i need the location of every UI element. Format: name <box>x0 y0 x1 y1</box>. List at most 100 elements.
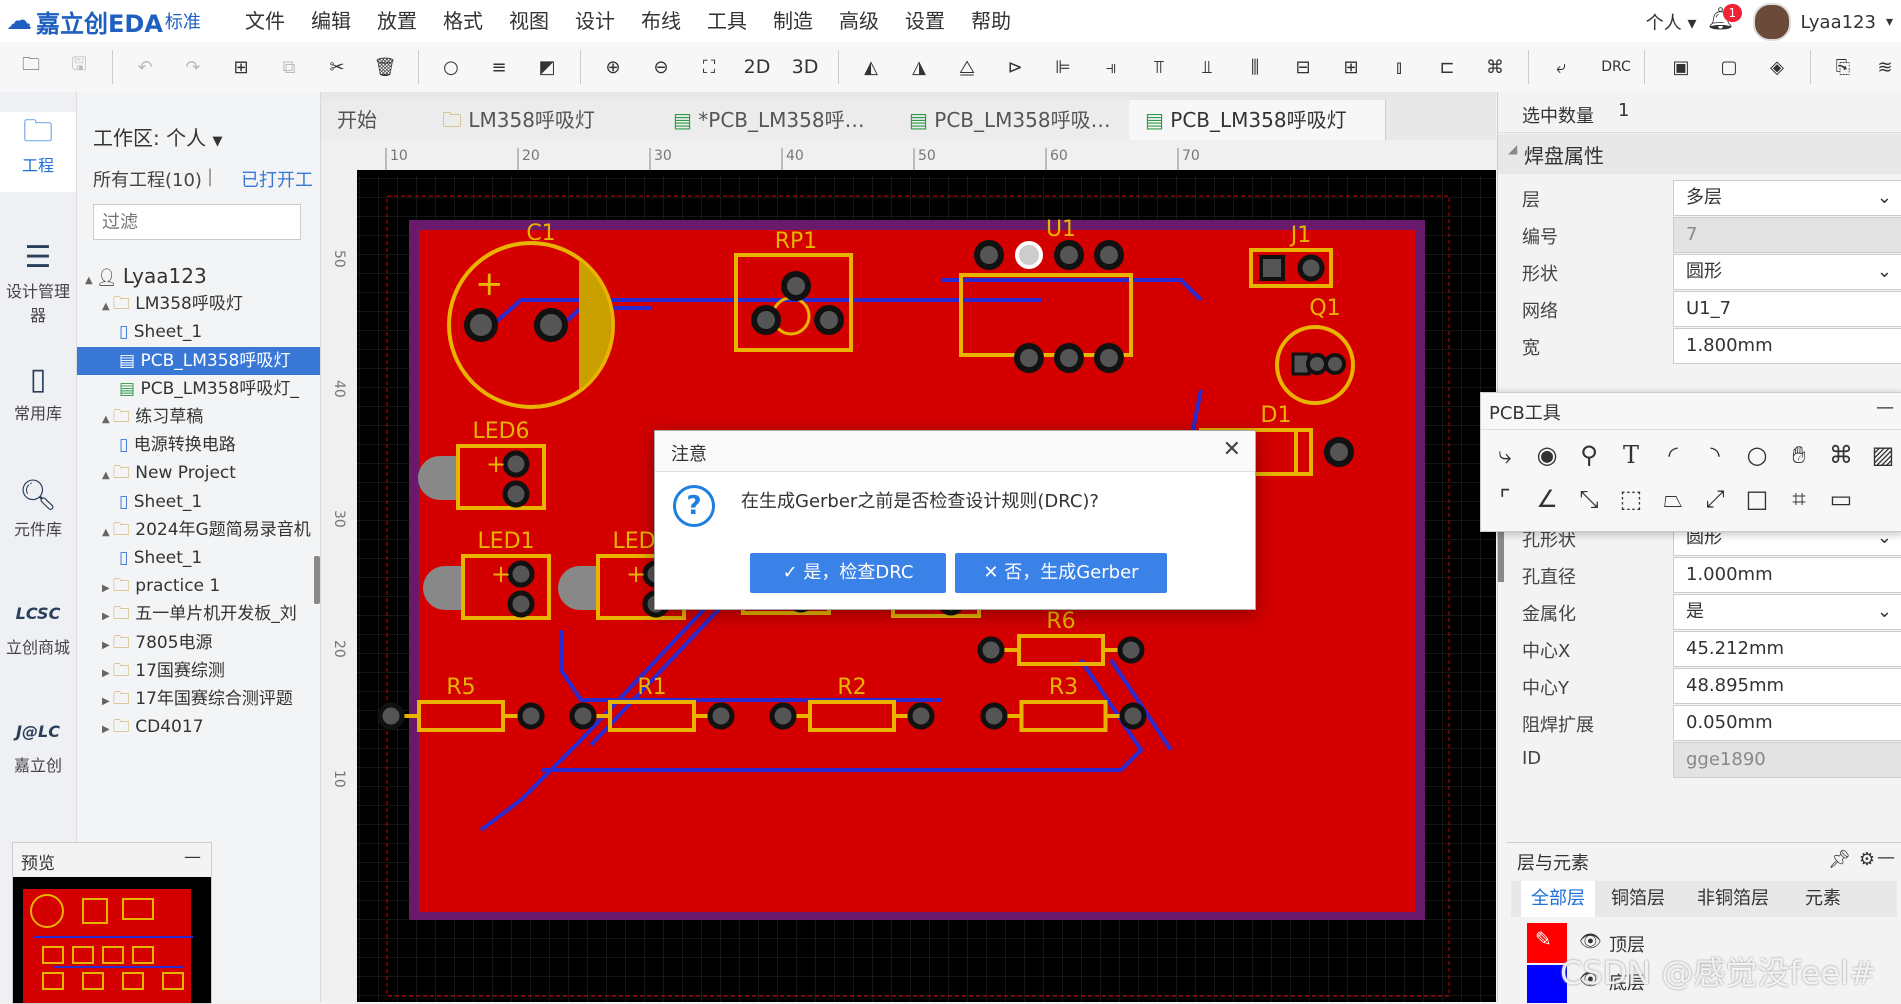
tab-pcb-2[interactable]: ▤ PCB_LM358呼吸… <box>893 100 1145 140</box>
import-icon[interactable]: ⤶ <box>1546 52 1576 82</box>
copy-icon[interactable]: ⧉ <box>274 52 304 82</box>
tree-item[interactable]: ▲ 🗀 LM358呼吸灯 <box>77 290 243 318</box>
via-icon[interactable]: ⚲ <box>1571 437 1607 473</box>
tree-item[interactable]: ▶ 🗀 practice 1 <box>77 572 220 600</box>
drc-button[interactable]: DRC <box>1596 52 1636 82</box>
search-icon[interactable]: ○ <box>436 52 466 82</box>
zoom-in-icon[interactable]: ⊕ <box>598 52 628 82</box>
flip-horizontal-icon[interactable]: ⧋ <box>952 52 982 82</box>
arc2-icon[interactable]: ◝ <box>1697 437 1733 473</box>
zoom-out-icon[interactable]: ⊖ <box>646 52 676 82</box>
notification-button[interactable]: 🔔︎ 1 <box>1707 4 1743 37</box>
pcb-tools-header[interactable]: PCB工具 — <box>1481 393 1901 430</box>
new-sheet-icon[interactable]: ⊞ <box>226 52 256 82</box>
panel-collapse-handle[interactable] <box>314 556 320 604</box>
rail-item-project[interactable]: 🗀 工程 <box>0 112 76 192</box>
menu-item-6[interactable]: 布线 <box>628 8 694 34</box>
yes-check-drc-button[interactable]: ✓ 是，检查DRC <box>750 553 946 593</box>
cut-icon[interactable]: ✂ <box>322 52 352 82</box>
collapse-icon[interactable]: — <box>1877 847 1895 868</box>
expand-arrow-icon[interactable]: ▶ <box>102 611 113 622</box>
prop-input[interactable]: U1_7 <box>1673 291 1901 327</box>
collapse-arrow-icon[interactable]: ▲ <box>85 275 96 286</box>
rect-select-icon[interactable]: ⬚ <box>1613 481 1649 517</box>
find-replace-icon[interactable]: ≡ <box>484 52 514 82</box>
prop-input[interactable]: 48.895mm <box>1673 668 1901 704</box>
distribute-v-icon[interactable]: ⫾ <box>1384 52 1414 82</box>
opened-projects-link[interactable]: 已打开工 <box>241 166 313 192</box>
group-icon[interactable]: ⊏ <box>1432 52 1462 82</box>
track-icon[interactable]: ⤷ <box>1487 437 1523 473</box>
more-icon[interactable]: ≋ <box>1870 52 1900 82</box>
tab-copper-layers[interactable]: 铜箔层 <box>1601 881 1675 917</box>
pad-icon[interactable]: ◉ <box>1529 437 1565 473</box>
fit-icon[interactable]: ⛶ <box>694 52 724 82</box>
user-name[interactable]: Lyaa123 <box>1801 12 1876 33</box>
rail-item-design-manager[interactable]: ☰ 设计管理器 <box>0 238 76 338</box>
menu-item-11[interactable]: 帮助 <box>958 8 1024 34</box>
prop-input[interactable]: 0.050mm <box>1673 705 1901 741</box>
align-left-icon[interactable]: ⊫ <box>1048 52 1078 82</box>
tree-item[interactable]: ▯ 电源转换电路 <box>77 431 236 459</box>
prop-select[interactable]: 多层 ⌄ <box>1673 180 1901 216</box>
collapse-arrow-icon[interactable]: ▲ <box>102 301 113 312</box>
tree-item[interactable]: ▲ 🗀 New Project <box>77 459 236 487</box>
tree-item[interactable]: ▯ Sheet_1 <box>77 544 202 572</box>
all-projects-link[interactable]: 所有工程(10) <box>93 166 202 192</box>
prop-input[interactable]: 1.000mm <box>1673 557 1901 593</box>
text-icon[interactable]: T <box>1613 437 1649 473</box>
menu-item-9[interactable]: 高级 <box>826 8 892 34</box>
distribute-h-icon[interactable]: ⊞ <box>1336 52 1366 82</box>
view-3d-button[interactable]: 3D <box>790 52 820 82</box>
prop-input[interactable]: 1.800mm <box>1673 328 1901 364</box>
tab-pcb-active[interactable]: ▤ PCB_LM358呼吸灯 <box>1129 100 1386 140</box>
tab-project[interactable]: 🗀 LM358呼吸灯 <box>426 100 673 140</box>
gear-icon[interactable]: ⚙ <box>1859 849 1875 870</box>
menu-item-7[interactable]: 工具 <box>694 8 760 34</box>
filter-input[interactable] <box>93 204 301 240</box>
tab-start[interactable]: 开始 <box>321 100 442 140</box>
rotate-right-icon[interactable]: ◮ <box>904 52 934 82</box>
tree-item[interactable]: ▲ 👤︎ Lyaa123 <box>77 262 207 290</box>
close-icon[interactable]: ✕ <box>1223 437 1241 462</box>
line-icon[interactable]: ⌜ <box>1487 481 1523 517</box>
rail-item-lcsc[interactable]: LCSC 立创商城 <box>0 594 76 674</box>
expand-arrow-icon[interactable]: ▶ <box>102 724 113 735</box>
polygon-icon[interactable]: ⏢ <box>1655 481 1691 517</box>
pad-properties-header[interactable]: ◢ 焊盘属性 <box>1498 134 1901 174</box>
preview-thumbnail[interactable] <box>13 877 211 1003</box>
tree-item[interactable]: ▤ PCB_LM358呼吸灯 <box>77 346 320 375</box>
export-gerber-icon[interactable]: ▢ <box>1714 52 1744 82</box>
pcb-tools-collapse[interactable]: — <box>1876 397 1894 418</box>
export-bom-icon[interactable]: ▣ <box>1666 52 1696 82</box>
view-2d-button[interactable]: 2D <box>742 52 772 82</box>
tab-elements[interactable]: 元素 <box>1793 881 1853 917</box>
expand-arrow-icon[interactable]: ▶ <box>102 583 113 594</box>
tree-item[interactable]: ▶ 🗀 17年国赛综合测评题 <box>77 685 293 713</box>
pin-icon[interactable]: 📌︎ <box>1828 849 1851 870</box>
align-bottom-icon[interactable]: ⫫ <box>1192 52 1222 82</box>
rail-item-common-library[interactable]: ▯ 常用库 <box>0 360 76 440</box>
tree-item[interactable]: ▶ 🗀 7805电源 <box>77 629 213 657</box>
snap-icon[interactable]: ⌗ <box>1781 481 1817 517</box>
menu-item-5[interactable]: 设计 <box>562 8 628 34</box>
undo-icon[interactable]: ↶ <box>130 52 160 82</box>
share-icon[interactable]: ⎘ <box>1828 52 1858 82</box>
export-pick-icon[interactable]: ◈ <box>1762 52 1792 82</box>
expand-arrow-icon[interactable]: ▶ <box>102 640 113 651</box>
chevron-down-icon[interactable]: ▾ <box>1886 14 1893 30</box>
tree-item[interactable]: ▶ 🗀 五一单片机开发板_刘 <box>77 600 297 628</box>
tree-item[interactable]: ▶ 🗀 17国赛综测 <box>77 657 225 685</box>
tree-item[interactable]: ▶ 🗀 CD4017 <box>77 713 204 741</box>
tree-item[interactable]: ▲ 🗀 练习草稿 <box>77 403 203 431</box>
menu-item-8[interactable]: 制造 <box>760 8 826 34</box>
image-icon[interactable]: ▨ <box>1865 437 1901 473</box>
menu-item-0[interactable]: 文件 <box>232 8 298 34</box>
app-logo[interactable]: ☁ 嘉立创EDA 标准 <box>6 6 201 38</box>
rail-item-component-library[interactable]: 🔍︎ 元件库 <box>0 476 76 556</box>
tree-item[interactable]: ▲ 🗀 2024年G题简易录音机 <box>77 516 311 544</box>
flip-vertical-icon[interactable]: ⊳ <box>1000 52 1030 82</box>
workspace-selector[interactable]: 工作区: 个人 ▼ <box>93 122 222 151</box>
angle-icon[interactable]: ∠ <box>1529 481 1565 517</box>
ruler-icon[interactable]: ◩ <box>532 52 562 82</box>
